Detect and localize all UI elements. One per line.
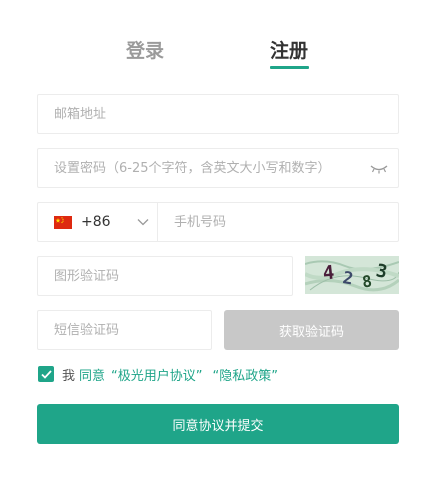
password-field[interactable]: [38, 149, 398, 187]
eye-closed-icon[interactable]: [370, 161, 388, 175]
email-field-wrapper: [37, 94, 399, 134]
agreement-checkbox[interactable]: [38, 366, 54, 382]
agreement-row: 我 同意 “极光用户协议” “隐私政策”: [38, 365, 278, 384]
country-code-select[interactable]: +86: [38, 203, 158, 241]
phone-field-wrapper: +86: [37, 202, 399, 242]
country-code: +86: [81, 214, 111, 230]
password-field-wrapper: [37, 148, 399, 188]
chevron-down-icon: [137, 219, 149, 226]
captcha-char-1: 4: [322, 261, 336, 284]
captcha-image[interactable]: 4 2 8 3: [305, 256, 399, 294]
sms-field-wrapper: [37, 310, 212, 350]
user-agreement-link[interactable]: “极光用户协议”: [111, 365, 202, 384]
email-field[interactable]: [38, 95, 398, 133]
phone-field[interactable]: [158, 203, 398, 241]
china-flag-icon: [54, 215, 72, 229]
tab-register[interactable]: 注册: [259, 38, 319, 68]
active-tab-indicator: [270, 66, 309, 69]
get-sms-code-button[interactable]: 获取验证码: [224, 310, 399, 350]
tab-login[interactable]: 登录: [115, 38, 175, 68]
agreement-agree-text: 同意: [79, 368, 106, 384]
sms-code-field[interactable]: [38, 311, 211, 349]
submit-button[interactable]: 同意协议并提交: [37, 404, 399, 444]
register-page: 登录 注册 +86: [0, 0, 434, 480]
agreement-prefix: 我: [62, 368, 76, 384]
captcha-field[interactable]: [38, 257, 292, 295]
privacy-policy-link[interactable]: “隐私政策”: [213, 365, 278, 384]
captcha-field-wrapper: [37, 256, 293, 296]
check-icon: [40, 369, 52, 379]
